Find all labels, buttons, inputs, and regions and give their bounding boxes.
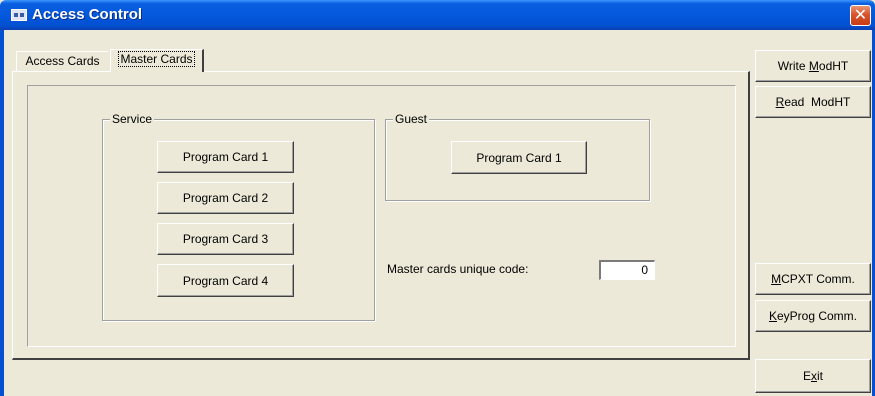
write-label-post: odHT <box>818 59 849 73</box>
mcpxt-comm-button[interactable]: MCPXT Comm. <box>755 263 871 295</box>
keyprog-label-accel: K <box>768 309 777 323</box>
service-program-card-3-button[interactable]: Program Card 3 <box>157 223 294 255</box>
mcpxt-label-accel: M <box>771 272 782 286</box>
exit-label: Exit <box>803 369 823 383</box>
guest-program-card-1-button[interactable]: Program Card 1 <box>451 141 587 174</box>
window-frame-left <box>0 30 4 396</box>
keyprog-comm-button[interactable]: KeyProg Comm. <box>755 300 871 332</box>
exit-label-pre: E <box>802 369 811 383</box>
service-program-card-4-button[interactable]: Program Card 4 <box>157 264 294 297</box>
tab-master-cards[interactable]: Master Cards <box>110 49 204 72</box>
title-bar: Access Control ✕ <box>0 0 875 30</box>
write-modht-label: Write ModHT <box>778 59 848 73</box>
keyprog-comm-label: KeyProg Comm. <box>769 309 857 323</box>
unique-code-input[interactable]: 0 <box>599 260 655 280</box>
service-group-label: Service <box>110 112 155 126</box>
read-label-accel: R <box>775 95 785 109</box>
read-modht-button[interactable]: Read ModHT <box>755 86 871 118</box>
service-program-card-2-button[interactable]: Program Card 2 <box>157 182 294 214</box>
tab-master-cards-label: Master Cards <box>118 51 195 67</box>
window-title: Access Control <box>32 6 143 23</box>
unique-code-label: Master cards unique code: <box>387 262 529 276</box>
guest-group-label: Guest <box>393 112 430 126</box>
write-label-accel: M <box>808 59 819 73</box>
mcpxt-comm-label: MCPXT Comm. <box>771 272 855 286</box>
exit-label-post: it <box>817 369 823 383</box>
read-modht-label: Read ModHT <box>776 95 851 109</box>
close-button[interactable]: ✕ <box>850 5 871 26</box>
tab-access-cards-label: Access Cards <box>25 54 100 68</box>
write-label-pre: Write <box>777 59 809 73</box>
app-icon <box>11 9 27 21</box>
service-program-card-1-button[interactable]: Program Card 1 <box>157 141 294 173</box>
write-modht-button[interactable]: Write ModHT <box>755 50 871 82</box>
exit-button[interactable]: Exit <box>755 359 871 393</box>
read-label-post: ead ModHT <box>784 95 851 109</box>
mcpxt-label-post: CPXT Comm. <box>781 272 855 286</box>
tab-access-cards[interactable]: Access Cards <box>16 51 108 71</box>
keyprog-label-post: eyProg Comm. <box>776 309 858 323</box>
